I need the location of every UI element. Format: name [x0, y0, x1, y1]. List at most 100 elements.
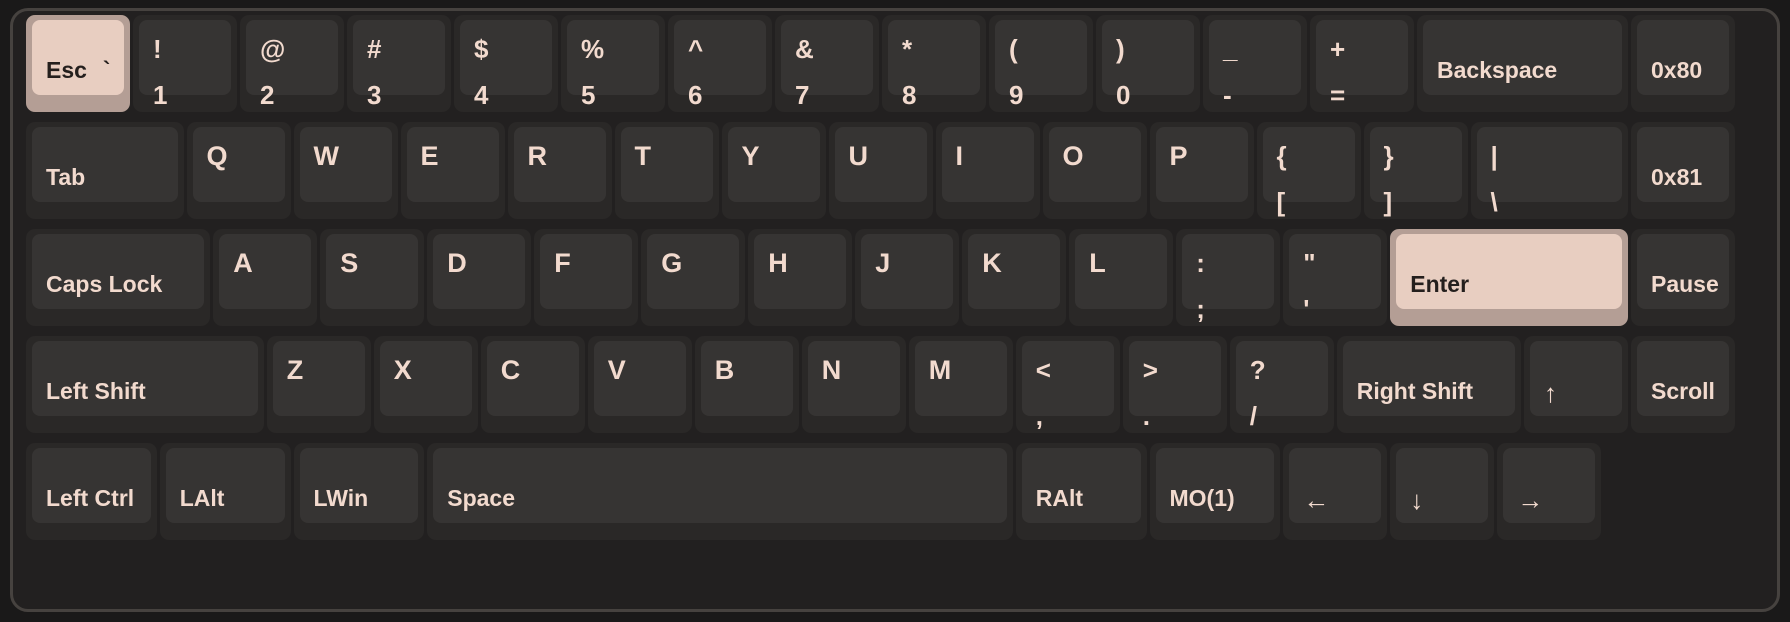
keycap-surface-t: T: [621, 127, 713, 202]
key-r[interactable]: R: [508, 122, 612, 219]
key-quote[interactable]: "': [1283, 229, 1387, 326]
key-leftctrl[interactable]: Left Ctrl: [26, 443, 157, 540]
key-a[interactable]: A: [213, 229, 317, 326]
key-c[interactable]: C: [481, 336, 585, 433]
keycap-surface-esc: Esc`: [32, 20, 124, 95]
key-b[interactable]: B: [695, 336, 799, 433]
keycap-surface-lwin: LWin: [300, 448, 419, 523]
key-leftshift[interactable]: Left Shift: [26, 336, 264, 433]
key-m[interactable]: M: [909, 336, 1013, 433]
key-q[interactable]: Q: [187, 122, 291, 219]
key-legend-base-minus: -: [1223, 82, 1232, 108]
key-comma[interactable]: <,: [1016, 336, 1120, 433]
key-scroll[interactable]: Scroll: [1631, 336, 1735, 433]
key-legend-down-arrow-icon: ↓: [1410, 487, 1423, 513]
key-t[interactable]: T: [615, 122, 719, 219]
key-1[interactable]: !1: [133, 15, 237, 112]
key-w[interactable]: W: [294, 122, 398, 219]
key-0x81[interactable]: 0x81: [1631, 122, 1735, 219]
key-6[interactable]: ^6: [668, 15, 772, 112]
key-semicolon[interactable]: :;: [1176, 229, 1280, 326]
key-minus[interactable]: _-: [1203, 15, 1307, 112]
key-left[interactable]: ←: [1283, 443, 1387, 540]
key-right[interactable]: →: [1497, 443, 1601, 540]
keycap-surface-s: S: [326, 234, 418, 309]
key-legend-lalt: LAlt: [180, 487, 225, 510]
key-e[interactable]: E: [401, 122, 505, 219]
key-legend-j: J: [875, 250, 890, 277]
key-5[interactable]: %5: [561, 15, 665, 112]
keycap-surface-scroll: Scroll: [1637, 341, 1729, 416]
key-enter[interactable]: Enter: [1390, 229, 1628, 326]
key-l[interactable]: L: [1069, 229, 1173, 326]
key-legend-text-leftshift: Left Shift: [46, 378, 146, 404]
key-7[interactable]: &7: [775, 15, 879, 112]
key-equal[interactable]: +=: [1310, 15, 1414, 112]
key-k[interactable]: K: [962, 229, 1066, 326]
key-x[interactable]: X: [374, 336, 478, 433]
key-legend-text-lwin: LWin: [314, 485, 369, 511]
key-space[interactable]: Space: [427, 443, 1013, 540]
key-legend-scroll: Scroll: [1651, 380, 1715, 403]
key-i[interactable]: I: [936, 122, 1040, 219]
key-9[interactable]: (9: [989, 15, 1093, 112]
key-legend-base-lbracket: [: [1277, 189, 1286, 215]
key-lbracket[interactable]: {[: [1257, 122, 1361, 219]
key-2[interactable]: @2: [240, 15, 344, 112]
key-y[interactable]: Y: [722, 122, 826, 219]
key-4[interactable]: $4: [454, 15, 558, 112]
key-0x80[interactable]: 0x80: [1631, 15, 1735, 112]
key-0[interactable]: )0: [1096, 15, 1200, 112]
key-p[interactable]: P: [1150, 122, 1254, 219]
key-s[interactable]: S: [320, 229, 424, 326]
key-rbracket[interactable]: }]: [1364, 122, 1468, 219]
key-z[interactable]: Z: [267, 336, 371, 433]
keycap-surface-7: &7: [781, 20, 873, 95]
keycap-surface-v: V: [594, 341, 686, 416]
key-v[interactable]: V: [588, 336, 692, 433]
key-esc[interactable]: Esc`: [26, 15, 130, 112]
key-d[interactable]: D: [427, 229, 531, 326]
key-slash[interactable]: ?/: [1230, 336, 1334, 433]
key-down[interactable]: ↓: [1390, 443, 1494, 540]
key-3[interactable]: #3: [347, 15, 451, 112]
key-legend-base-5: 5: [581, 82, 595, 108]
key-rightshift[interactable]: Right Shift: [1337, 336, 1521, 433]
key-pause[interactable]: Pause: [1631, 229, 1735, 326]
key-u[interactable]: U: [829, 122, 933, 219]
key-8[interactable]: *8: [882, 15, 986, 112]
key-lwin[interactable]: LWin: [294, 443, 425, 540]
keycap-surface-y: Y: [728, 127, 820, 202]
key-legend-q: Q: [207, 143, 228, 170]
keycap-surface-p: P: [1156, 127, 1248, 202]
key-legend-base-6: 6: [688, 82, 702, 108]
key-legend-shifted-equal: +: [1330, 36, 1345, 62]
key-legend-shifted-7: &: [795, 36, 814, 62]
key-j[interactable]: J: [855, 229, 959, 326]
key-backslash[interactable]: |\: [1471, 122, 1629, 219]
keycap-surface-o: O: [1049, 127, 1141, 202]
key-legend-base-backslash: \: [1491, 189, 1498, 215]
key-legend-text-mo1: MO(1): [1170, 485, 1235, 511]
keycap-surface-leftctrl: Left Ctrl: [32, 448, 151, 523]
key-n[interactable]: N: [802, 336, 906, 433]
key-period[interactable]: >.: [1123, 336, 1227, 433]
key-legend-text-capslock: Caps Lock: [46, 271, 162, 297]
key-o[interactable]: O: [1043, 122, 1147, 219]
key-lalt[interactable]: LAlt: [160, 443, 291, 540]
key-f[interactable]: F: [534, 229, 638, 326]
key-capslock[interactable]: Caps Lock: [26, 229, 210, 326]
key-legend-base-rbracket: ]: [1384, 189, 1393, 215]
key-tab[interactable]: Tab: [26, 122, 184, 219]
key-h[interactable]: H: [748, 229, 852, 326]
key-up[interactable]: ↑: [1524, 336, 1628, 433]
keycap-surface-up: ↑: [1530, 341, 1622, 416]
key-ralt[interactable]: RAlt: [1016, 443, 1147, 540]
key-backspace[interactable]: Backspace: [1417, 15, 1628, 112]
key-mo1[interactable]: MO(1): [1150, 443, 1281, 540]
key-legend-s: S: [340, 250, 358, 277]
keycap-surface-minus: _-: [1209, 20, 1301, 95]
keycap-surface-pause: Pause: [1637, 234, 1729, 309]
keycap-surface-mo1: MO(1): [1156, 448, 1275, 523]
key-g[interactable]: G: [641, 229, 745, 326]
